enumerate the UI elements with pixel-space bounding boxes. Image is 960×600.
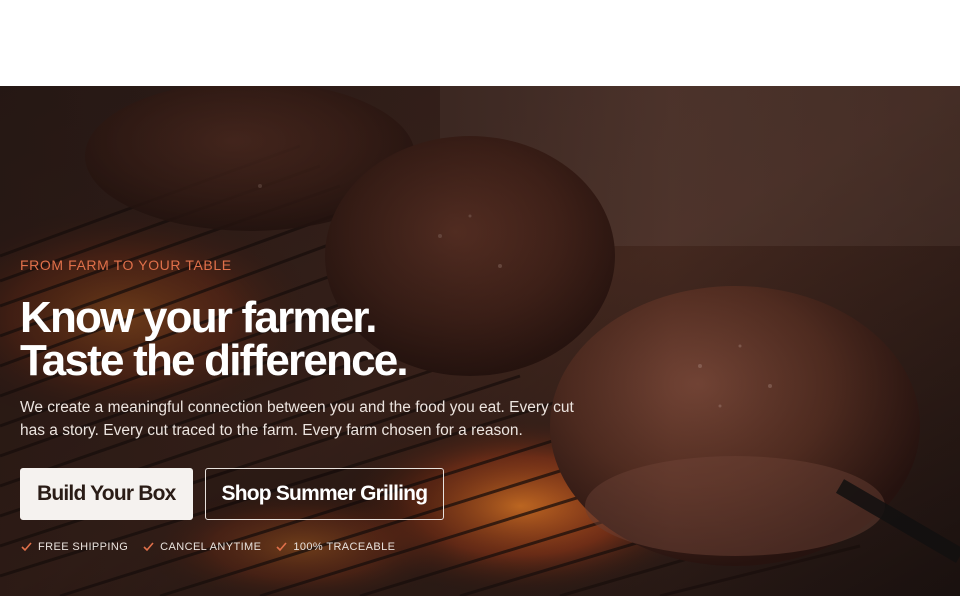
check-icon: [276, 542, 287, 552]
feature-item-free-shipping: FREE SHIPPING: [20, 540, 128, 553]
feature-item-traceable: 100% TRACEABLE: [275, 540, 395, 553]
hero-cta-group: Build Your Box Shop Summer Grilling: [20, 468, 445, 520]
top-header-area: [0, 0, 960, 86]
feature-list: FREE SHIPPING CANCEL ANYTIME 100% TRACEA…: [20, 540, 395, 553]
feature-label: FREE SHIPPING: [38, 540, 129, 553]
hero-eyebrow: FROM FARM TO YOUR TABLE: [20, 257, 232, 273]
feature-item-cancel-anytime: CANCEL ANYTIME: [142, 540, 261, 553]
hero-headline-line2: Taste the difference.: [20, 336, 409, 385]
check-icon: [21, 542, 32, 552]
check-icon: [143, 542, 154, 552]
hero-section: FROM FARM TO YOUR TABLE Know your farmer…: [0, 86, 960, 596]
feature-label: 100% TRACEABLE: [293, 540, 396, 553]
build-your-box-button[interactable]: Build Your Box: [20, 468, 193, 520]
hero-description: We create a meaningful connection betwee…: [20, 399, 574, 439]
hero-headline: Know your farmer. Taste the difference.: [20, 293, 620, 385]
feature-label: CANCEL ANYTIME: [160, 540, 262, 553]
hero-text-block: FROM FARM TO YOUR TABLE Know your farmer…: [20, 256, 620, 442]
shop-summer-grilling-button[interactable]: Shop Summer Grilling: [204, 468, 445, 520]
hero-headline-line1: Know your farmer.: [20, 293, 378, 342]
